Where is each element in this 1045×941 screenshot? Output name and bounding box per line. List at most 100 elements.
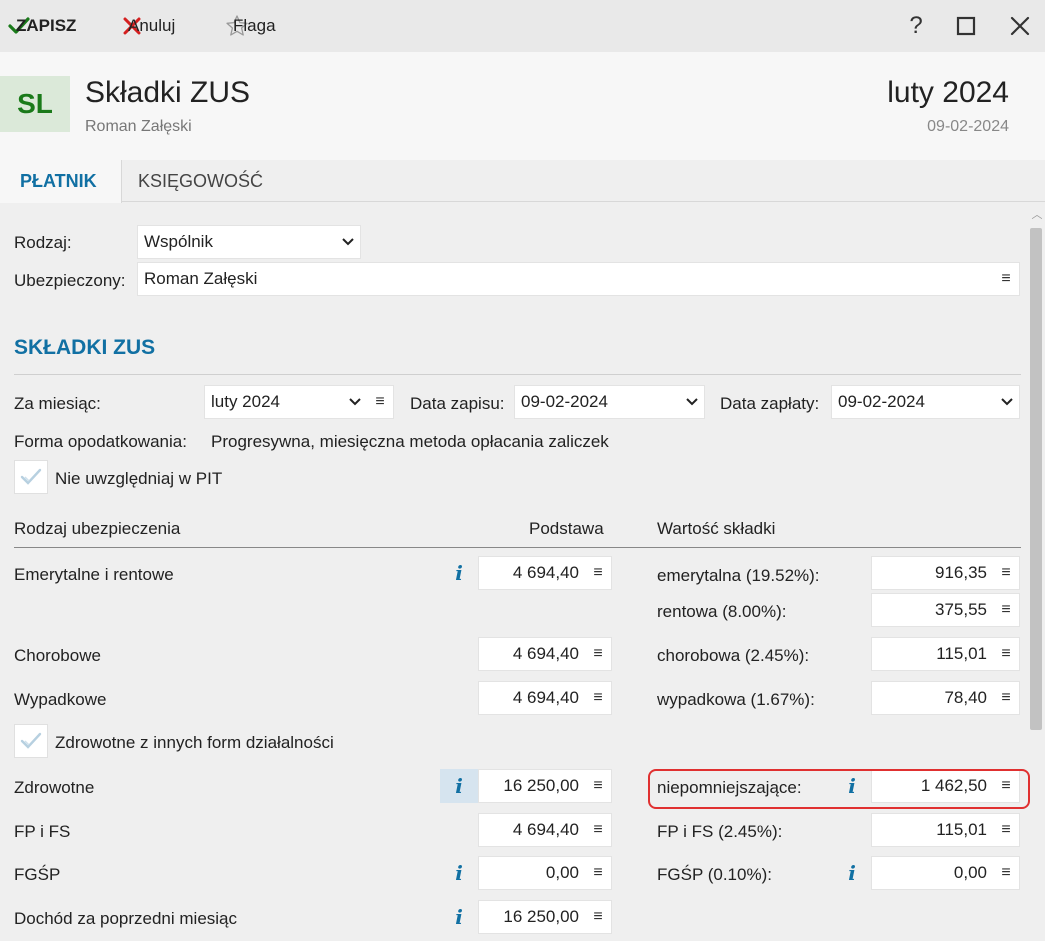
ubezpieczony-field[interactable]: Roman Załęski ≡ xyxy=(137,262,1020,296)
chevron-down-icon xyxy=(680,397,704,407)
data-zaplaty-label: Data zapłaty: xyxy=(720,394,820,413)
tab-ksiegowosc[interactable]: KSIĘGOWOŚĆ xyxy=(138,160,263,202)
menu-icon[interactable]: ≡ xyxy=(585,689,611,707)
menu-icon[interactable]: ≡ xyxy=(367,393,393,411)
menu-icon[interactable]: ≡ xyxy=(585,821,611,839)
cancel-label: Anuluj xyxy=(128,16,176,35)
chorobowa-label: chorobowa (2.45%): xyxy=(657,646,810,665)
chorobowa-value-field[interactable]: 115,01 ≡ xyxy=(871,637,1020,671)
menu-icon[interactable]: ≡ xyxy=(585,645,611,663)
table-header-divider xyxy=(14,547,1021,548)
flag-label: Flaga xyxy=(233,16,276,35)
highlight-outline xyxy=(648,769,1030,809)
rentowa-value-field[interactable]: 375,55 ≡ xyxy=(871,593,1020,627)
wypadkowa-value-field[interactable]: 78,40 ≡ xyxy=(871,681,1020,715)
fpfs-podstawa-field[interactable]: 4 694,40 ≡ xyxy=(478,813,612,847)
ubezpieczony-value: Roman Załęski xyxy=(144,269,258,288)
page-title: Składki ZUS xyxy=(85,76,251,109)
divider xyxy=(14,374,1021,375)
scrollbar-thumb[interactable] xyxy=(1030,228,1042,730)
help-button[interactable]: ? xyxy=(896,8,936,44)
info-icon[interactable]: i xyxy=(440,556,478,590)
maximize-icon xyxy=(956,16,976,36)
wypadkowe-podstawa-field[interactable]: 4 694,40 ≡ xyxy=(478,681,612,715)
menu-icon[interactable]: ≡ xyxy=(585,564,611,582)
fgsp-podstawa-field[interactable]: 0,00 ≡ xyxy=(478,856,612,890)
fgsp-value: 0,00 xyxy=(953,863,987,882)
rentowa-label: rentowa (8.00%): xyxy=(657,602,787,621)
document-header: SL Składki ZUS Roman Załęski luty 2024 0… xyxy=(0,52,1045,160)
fpfs-value: 115,01 xyxy=(936,820,987,839)
fgsp-podstawa-value: 0,00 xyxy=(545,863,579,882)
period-label: luty 2024 xyxy=(887,76,1009,109)
rentowa-value: 375,55 xyxy=(935,600,987,619)
info-icon[interactable]: i xyxy=(440,856,478,890)
toolbar: ZAPISZ Anuluj Flaga ? xyxy=(0,0,1045,52)
ubezpieczony-label: Ubezpieczony: xyxy=(14,271,126,290)
fpfs-skladka-label: FP i FS (2.45%): xyxy=(657,822,783,841)
page-subtitle: Roman Załęski xyxy=(85,118,192,135)
cancel-button[interactable]: Anuluj xyxy=(122,0,175,52)
menu-icon[interactable]: ≡ xyxy=(993,270,1019,288)
info-icon[interactable]: i xyxy=(440,769,478,803)
dochod-podstawa-value: 16 250,00 xyxy=(503,907,579,926)
document-date: 09-02-2024 xyxy=(927,118,1009,135)
chevron-down-icon xyxy=(995,397,1019,407)
menu-icon[interactable]: ≡ xyxy=(993,821,1019,839)
help-label: ? xyxy=(909,12,923,39)
data-zaplaty-value: 09-02-2024 xyxy=(838,392,925,411)
save-button[interactable]: ZAPISZ xyxy=(8,0,76,52)
fpfs-value-field[interactable]: 115,01 ≡ xyxy=(871,813,1020,847)
rodzaj-value: Wspólnik xyxy=(144,232,213,251)
info-icon[interactable]: i xyxy=(833,856,871,890)
menu-icon[interactable]: ≡ xyxy=(993,689,1019,707)
wypadkowe-podstawa-value: 4 694,40 xyxy=(512,688,579,707)
chevron-down-icon xyxy=(343,397,367,407)
emerytalna-value-field[interactable]: 916,35 ≡ xyxy=(871,556,1020,590)
maximize-button[interactable] xyxy=(946,8,986,44)
zdrowotne-podstawa-field[interactable]: 16 250,00 ≡ xyxy=(478,769,612,803)
check-icon xyxy=(20,468,42,486)
za-miesiac-select[interactable]: luty 2024 ≡ xyxy=(204,385,394,419)
menu-icon[interactable]: ≡ xyxy=(585,864,611,882)
tab-label: KSIĘGOWOŚĆ xyxy=(138,170,264,191)
data-zaplaty-field[interactable]: 09-02-2024 xyxy=(831,385,1020,419)
close-button[interactable] xyxy=(1000,8,1040,44)
nie-uwzgledniaj-checkbox[interactable] xyxy=(14,460,48,494)
chorobowe-label: Chorobowe xyxy=(14,646,101,665)
zdrowotne-podstawa-value: 16 250,00 xyxy=(503,776,579,795)
flag-button[interactable]: Flaga xyxy=(225,0,276,52)
rodzaj-select[interactable]: Wspólnik xyxy=(137,225,361,259)
forma-label: Forma opodatkowania: xyxy=(14,432,187,451)
emerytalna-value: 916,35 xyxy=(935,563,987,582)
emerytalne-podstawa-field[interactable]: 4 694,40 ≡ xyxy=(478,556,612,590)
chorobowe-podstawa-field[interactable]: 4 694,40 ≡ xyxy=(478,637,612,671)
menu-icon[interactable]: ≡ xyxy=(993,645,1019,663)
fpfs-podstawa-value: 4 694,40 xyxy=(512,820,579,839)
menu-icon[interactable]: ≡ xyxy=(585,777,611,795)
menu-icon[interactable]: ≡ xyxy=(993,601,1019,619)
scroll-up-arrow[interactable]: ︿ xyxy=(1029,206,1045,221)
menu-icon[interactable]: ≡ xyxy=(585,908,611,926)
save-label: ZAPISZ xyxy=(16,16,77,35)
data-zapisu-label: Data zapisu: xyxy=(410,394,505,413)
za-miesiac-label: Za miesiąc: xyxy=(14,394,101,413)
emerytalna-label: emerytalna (19.52%): xyxy=(657,566,820,585)
dochod-podstawa-field[interactable]: 16 250,00 ≡ xyxy=(478,900,612,934)
fgsp-label: FGŚP xyxy=(14,865,61,884)
check-icon xyxy=(20,732,42,750)
fgsp-value-field[interactable]: 0,00 ≡ xyxy=(871,856,1020,890)
menu-icon[interactable]: ≡ xyxy=(993,864,1019,882)
avatar: SL xyxy=(0,76,70,132)
data-zapisu-field[interactable]: 09-02-2024 xyxy=(514,385,705,419)
emerytalne-label: Emerytalne i rentowe xyxy=(14,565,174,584)
fpfs-label: FP i FS xyxy=(14,822,71,841)
emerytalne-podstawa-value: 4 694,40 xyxy=(512,563,579,582)
menu-icon[interactable]: ≡ xyxy=(993,564,1019,582)
chevron-down-icon xyxy=(336,237,360,247)
zdrowotne-inne-checkbox[interactable] xyxy=(14,724,48,758)
info-icon[interactable]: i xyxy=(440,900,478,934)
zdrowotne-label: Zdrowotne xyxy=(14,778,95,797)
close-icon xyxy=(1010,16,1030,36)
tab-platnik[interactable]: PŁATNIK xyxy=(0,160,122,203)
